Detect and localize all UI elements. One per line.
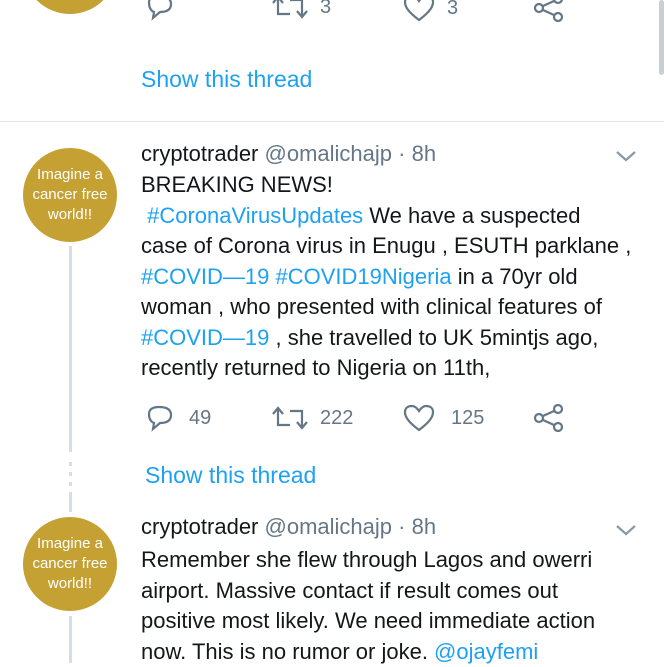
hashtag-link[interactable]: #COVID—19 (141, 264, 269, 289)
text-line: Remember she flew through Lagos and ower… (141, 545, 651, 576)
text-line: #COVID—19 #COVID19Nigeria in a 70yr old (141, 262, 641, 293)
reply-icon (145, 404, 175, 432)
avatar[interactable] (23, 0, 117, 14)
tweet-text: BREAKING NEWS! #CoronaVirusUpdates We ha… (141, 170, 641, 384)
retweet-icon (272, 0, 308, 20)
retweet-button[interactable]: 222 (272, 405, 353, 431)
share-icon (533, 404, 565, 432)
display-name[interactable]: cryptotrader (141, 141, 258, 166)
display-name[interactable]: cryptotrader (141, 514, 258, 539)
thread-line (69, 492, 72, 512)
like-button[interactable]: 3 (403, 0, 458, 22)
text-line: positive most likely. We need immediate … (141, 606, 651, 637)
reply-count: 49 (189, 407, 211, 430)
retweet-button[interactable]: 3 (272, 0, 331, 20)
avatar[interactable]: Imagine a cancer free world!! (23, 148, 117, 242)
heart-icon (403, 0, 435, 22)
avatar[interactable]: Imagine a cancer free world!! (23, 517, 117, 611)
divider (0, 121, 664, 122)
thread-line-dot (69, 482, 72, 486)
user-handle[interactable]: @omalichajp (265, 141, 393, 166)
retweet-count: 3 (320, 0, 331, 19)
text-line: BREAKING NEWS! (141, 170, 641, 201)
like-count: 125 (451, 407, 484, 430)
like-count: 3 (447, 0, 458, 20)
text-line: now. This is no rumor or joke. @ojayfemi (141, 637, 651, 667)
thread-line (69, 246, 72, 452)
user-handle[interactable]: @omalichajp (265, 514, 393, 539)
show-thread-link[interactable]: Show this thread (145, 462, 316, 489)
tweet-header: cryptotrader @omalichajp · 8h (141, 514, 436, 540)
chevron-down-icon[interactable] (614, 148, 638, 169)
timestamp[interactable]: 8h (412, 141, 436, 166)
timestamp[interactable]: 8h (412, 514, 436, 539)
retweet-count: 222 (320, 407, 353, 430)
thread-line-dot (69, 462, 72, 466)
reply-button[interactable]: 49 (145, 404, 211, 432)
hashtag-link[interactable]: #CoronaVirusUpdates (147, 203, 363, 228)
text-line: recently returned to Nigeria on 11th, (141, 353, 641, 384)
reply-icon (145, 0, 175, 22)
separator: · (398, 514, 405, 539)
hashtag-link[interactable]: #COVID—19 (141, 325, 269, 350)
text-line: case of Corona virus in Enugu , ESUTH pa… (141, 231, 641, 262)
tweet-text: Remember she flew through Lagos and ower… (141, 545, 651, 667)
share-button[interactable] (533, 0, 565, 22)
show-thread-link[interactable]: Show this thread (141, 66, 312, 93)
separator: · (398, 141, 405, 166)
retweet-icon (272, 405, 308, 431)
tweet-header: cryptotrader @omalichajp · 8h (141, 141, 436, 167)
chevron-down-icon[interactable] (614, 522, 638, 543)
scrollbar[interactable] (659, 0, 664, 75)
text-line: airport. Massive contact if result comes… (141, 576, 651, 607)
hashtag-link[interactable]: #COVID19Nigeria (276, 264, 452, 289)
text-line: #CoronaVirusUpdates We have a suspected (141, 201, 641, 232)
like-button[interactable]: 125 (403, 404, 484, 432)
share-icon (533, 0, 565, 22)
mention-link[interactable]: @ojayfemi (434, 639, 538, 664)
thread-line (69, 616, 72, 663)
text-line: #COVID—19 , she travelled to UK 5mintjs … (141, 323, 641, 354)
reply-button[interactable] (145, 0, 175, 22)
heart-icon (403, 404, 435, 432)
thread-line-dot (69, 472, 72, 476)
text-line: woman , who presented with clinical feat… (141, 292, 641, 323)
share-button[interactable] (533, 404, 565, 432)
